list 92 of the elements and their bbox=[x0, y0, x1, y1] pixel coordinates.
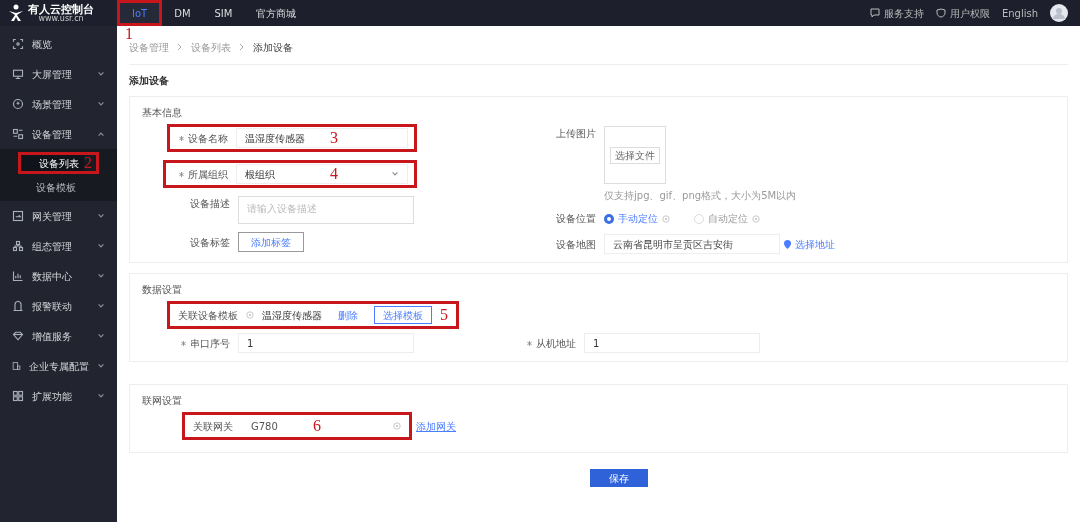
chevron-down-icon bbox=[97, 212, 105, 220]
help-icon bbox=[246, 311, 254, 319]
chevron-down-icon bbox=[97, 302, 105, 310]
menu-item-icon bbox=[12, 128, 24, 140]
menu-item-icon bbox=[12, 240, 24, 252]
select-address-link[interactable]: 选择地址 bbox=[784, 236, 835, 252]
add-gateway-link[interactable]: 添加网关 bbox=[416, 418, 456, 434]
chevron-down-icon bbox=[97, 392, 105, 400]
sidebar-subitem[interactable]: 设备模板 bbox=[18, 175, 99, 199]
address-field[interactable]: 云南省昆明市呈贡区吉安街 bbox=[604, 234, 780, 254]
sidebar-item[interactable]: 设备管理 bbox=[0, 119, 117, 149]
sidebar-item[interactable]: 网关管理 bbox=[0, 201, 117, 231]
sidebar-item[interactable]: 组态管理 bbox=[0, 231, 117, 261]
chevron-down-icon bbox=[391, 170, 399, 178]
breadcrumb-separator-icon bbox=[177, 43, 183, 51]
brand-url: www.usr.cn bbox=[38, 14, 84, 23]
field-label: 设备名称 bbox=[188, 131, 228, 146]
sidebar-item[interactable]: 报警联动 bbox=[0, 291, 117, 321]
menu-item-icon bbox=[12, 330, 24, 342]
top-nav-tab[interactable]: IoT bbox=[117, 0, 163, 26]
menu-item-icon bbox=[12, 68, 24, 80]
top-nav-tab[interactable]: DM bbox=[162, 0, 203, 26]
location-pin-icon bbox=[784, 239, 791, 249]
chevron-down-icon bbox=[97, 362, 105, 370]
save-button[interactable]: 保存 bbox=[589, 469, 648, 487]
field-label: 设备位置 bbox=[556, 212, 596, 226]
section-title: 基本信息 bbox=[142, 106, 183, 120]
delete-link[interactable]: 删除 bbox=[330, 307, 366, 323]
field-label: 关联设备模板 bbox=[178, 308, 238, 323]
chevron-down-icon bbox=[97, 100, 105, 108]
sidebar-item[interactable]: 场景管理 bbox=[0, 89, 117, 119]
brand-name: 有人云控制台 bbox=[28, 3, 94, 15]
header-link[interactable]: 服务支持 bbox=[869, 5, 924, 21]
top-nav-tab[interactable]: SIM bbox=[202, 0, 245, 26]
annotation-number: 1 bbox=[125, 26, 133, 42]
add-tag-button[interactable]: 添加标签 bbox=[238, 232, 304, 252]
menu-item-icon bbox=[12, 98, 24, 110]
header-link[interactable]: English bbox=[1001, 5, 1038, 21]
breadcrumb-separator-icon bbox=[239, 43, 245, 51]
choose-file-button[interactable]: 选择文件 bbox=[610, 146, 660, 164]
avatar-icon[interactable] bbox=[1050, 4, 1068, 22]
chevron-up-icon bbox=[97, 130, 105, 138]
section-title: 联网设置 bbox=[142, 394, 183, 408]
field-label: 设备描述 bbox=[190, 197, 230, 211]
section-title: 数据设置 bbox=[142, 283, 183, 297]
description-field[interactable]: 请输入设备描述 bbox=[238, 196, 414, 224]
gateway-select[interactable]: G780 bbox=[243, 416, 313, 436]
sidebar-item[interactable]: 增值服务 bbox=[0, 321, 117, 351]
upload-hint: 仅支持jpg、gif、png格式，大小为5M以内 bbox=[604, 189, 797, 203]
help-icon bbox=[752, 214, 760, 223]
menu-item-icon bbox=[12, 210, 24, 222]
chevron-down-icon bbox=[97, 242, 105, 250]
field-label: 所属组织 bbox=[188, 167, 228, 182]
top-nav-tab[interactable]: 官方商城 bbox=[244, 0, 309, 26]
template-name: 温湿度传感器 bbox=[262, 308, 322, 323]
annotation-number: 2 bbox=[84, 155, 93, 171]
chat-icon bbox=[869, 8, 880, 18]
menu-item-icon bbox=[12, 300, 24, 312]
field-label: 设备标签 bbox=[190, 235, 230, 250]
chevron-down-icon bbox=[97, 332, 105, 340]
sidebar-item[interactable]: 数据中心 bbox=[0, 261, 117, 291]
annotation-number: 3 bbox=[330, 130, 338, 146]
help-icon bbox=[393, 422, 401, 430]
chevron-down-icon bbox=[97, 272, 105, 280]
menu-item-icon bbox=[12, 360, 21, 372]
menu-item-icon bbox=[12, 270, 24, 282]
chevron-down-icon bbox=[97, 70, 105, 78]
field-label: 上传图片 bbox=[556, 127, 596, 141]
header-link[interactable]: 用户权限 bbox=[935, 5, 990, 21]
sidebar-item[interactable]: 扩展功能 bbox=[0, 381, 117, 411]
slave-address-field[interactable]: 1 bbox=[584, 333, 760, 353]
logo-icon bbox=[8, 4, 24, 22]
sidebar-item[interactable]: 大屏管理 bbox=[0, 59, 117, 89]
help-icon bbox=[662, 214, 670, 223]
select-template-button[interactable]: 选择模板 bbox=[374, 306, 432, 324]
field-label: 串口序号 bbox=[190, 336, 230, 351]
location-radio[interactable]: 手动定位 bbox=[604, 211, 670, 226]
sidebar-item[interactable]: 概览 bbox=[0, 29, 117, 59]
field-label: 设备地图 bbox=[556, 237, 596, 252]
serial-port-field[interactable]: 1 bbox=[238, 333, 414, 353]
annotation-number: 4 bbox=[330, 166, 338, 182]
sidebar-item[interactable]: 企业专属配置 bbox=[0, 351, 117, 381]
annotation-number: 6 bbox=[313, 418, 321, 434]
sidebar-subitem[interactable]: 设备列表 bbox=[21, 155, 84, 171]
breadcrumb-item: 添加设备 bbox=[253, 40, 293, 55]
annotation-number: 5 bbox=[440, 307, 448, 323]
shield-icon bbox=[935, 8, 946, 18]
field-label: 关联网关 bbox=[193, 419, 234, 434]
field-label: 从机地址 bbox=[536, 336, 576, 351]
page-title: 添加设备 bbox=[129, 74, 170, 88]
menu-item-icon bbox=[12, 38, 24, 50]
menu-item-icon bbox=[12, 390, 24, 402]
